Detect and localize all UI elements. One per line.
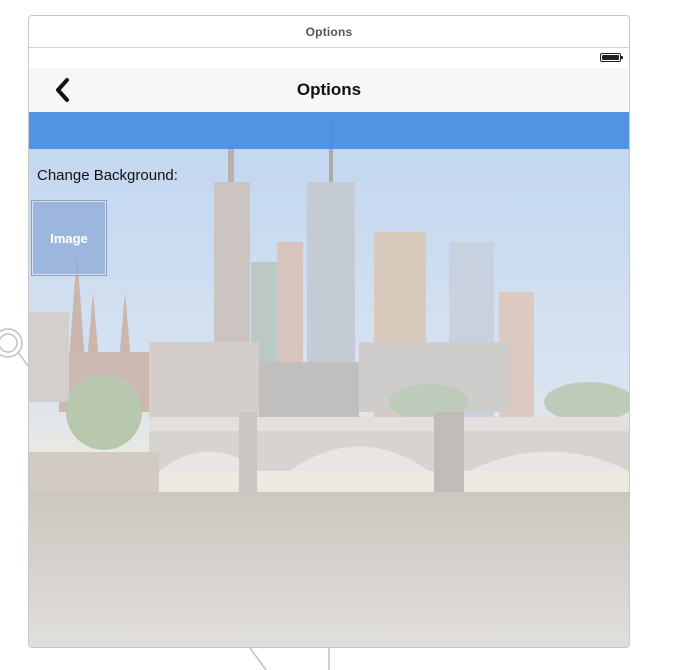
view-controller-scene[interactable]: Options Options Change Background: Image (28, 15, 630, 648)
navigation-bar: Options (29, 68, 629, 113)
header-accent-bar (29, 112, 629, 149)
content-view: Change Background: Image (29, 112, 629, 647)
image-button[interactable]: Image (31, 200, 107, 276)
background-image (29, 112, 629, 647)
battery-icon (600, 53, 623, 62)
back-button[interactable] (51, 76, 77, 104)
nav-title: Options (296, 80, 362, 99)
change-background-label: Change Background: (37, 167, 178, 184)
scene-title: Options (29, 16, 629, 48)
status-bar (29, 48, 629, 68)
chevron-left-icon (56, 78, 69, 102)
